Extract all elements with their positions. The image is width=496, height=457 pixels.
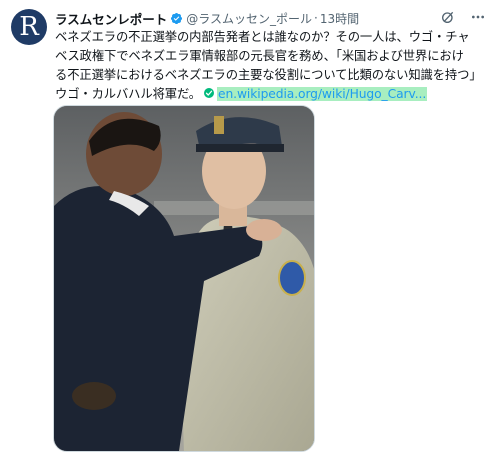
avatar-letter: R — [19, 11, 39, 42]
header-actions — [440, 9, 486, 25]
tweet-text-last-line: ウゴ・カルバハル将軍だ。 en.wikipedia.org/wiki/Hugo_C… — [55, 85, 491, 104]
more-icon[interactable] — [470, 9, 486, 25]
tweet-text-line: ベス政権下でベネズエラ軍情報部の元長官を務め、「米国および世界におけ — [55, 49, 464, 63]
verified-badge-icon — [170, 12, 183, 25]
timestamp[interactable]: 13時間 — [320, 10, 359, 27]
author-handle[interactable]: @ラスムッセン_ポール — [186, 10, 312, 27]
grok-icon[interactable] — [440, 9, 456, 25]
tweet-text-line: る不正選挙におけるベネズエラの主要な役割について比類のない知識を持つ」 — [55, 68, 482, 82]
header-separator: · — [314, 11, 318, 25]
tweet-text: ベネズエラの不正選挙の内部告発者とは誰なのか？その一人は、ウゴ・チャ ベス政権下… — [55, 28, 491, 104]
tweet-photo[interactable] — [53, 105, 315, 452]
author-name[interactable]: ラスムセンレポート — [55, 9, 167, 28]
check-mark-icon — [203, 86, 215, 98]
tweet-text-line: ベネズエラの不正選挙の内部告発者とは誰なのか？その一人は、ウゴ・チャ — [55, 30, 470, 44]
tweet-header: ラスムセンレポート @ラスムッセン_ポール · 13時間 — [55, 9, 486, 27]
photo-image — [54, 106, 314, 451]
tweet-text-line-end: ウゴ・カルバハル将軍だ。 — [55, 87, 201, 101]
wikipedia-link[interactable]: en.wikipedia.org/wiki/Hugo_Carv... — [217, 87, 428, 101]
avatar[interactable]: R — [11, 9, 47, 45]
